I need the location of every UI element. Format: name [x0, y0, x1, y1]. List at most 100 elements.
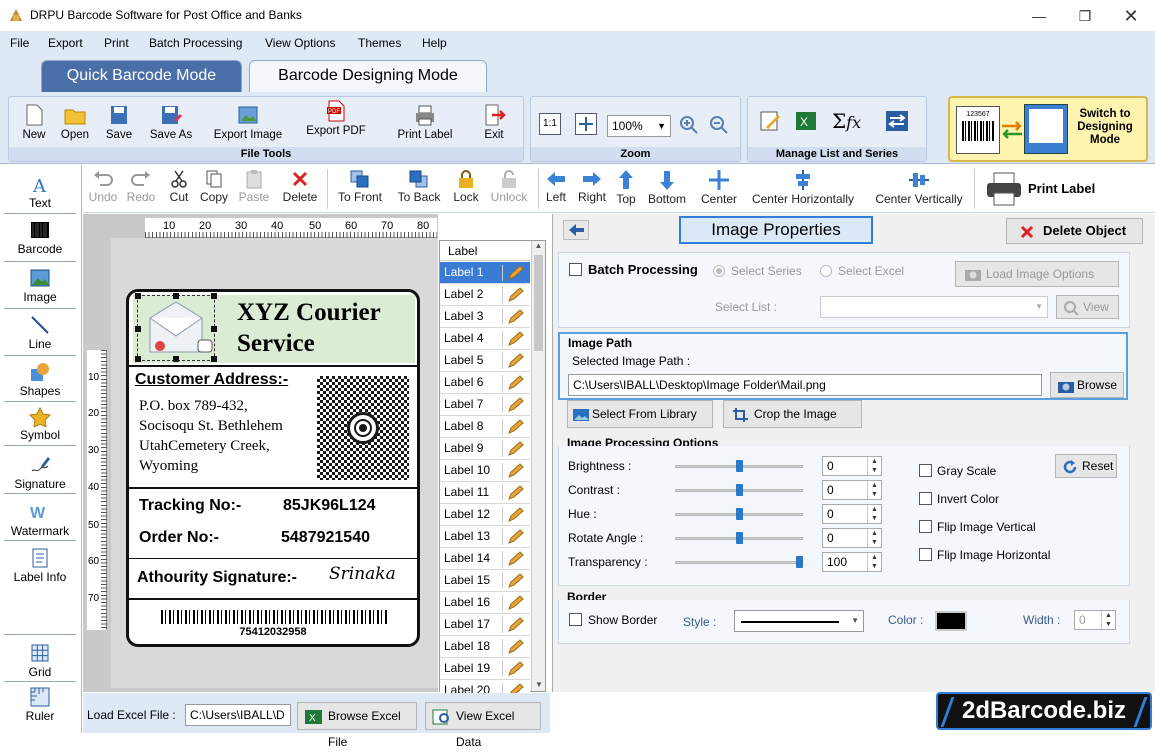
slider-value-spinner[interactable]: 100 ▲ ▼: [822, 552, 882, 572]
sidebar-item-watermark[interactable]: W Watermark: [0, 501, 80, 538]
undo-button[interactable]: Undo: [87, 169, 119, 204]
edit-pencil-icon[interactable]: [502, 419, 528, 435]
label-list-item[interactable]: Label 12: [440, 504, 530, 526]
sidebar-item-symbol[interactable]: Symbol: [0, 407, 80, 442]
menu-print[interactable]: Print: [104, 36, 129, 50]
edit-pencil-icon[interactable]: [502, 353, 528, 369]
slider-thumb[interactable]: [735, 508, 743, 520]
center-horizontally-button[interactable]: Center Horizontally: [747, 169, 859, 206]
new-button[interactable]: New: [17, 103, 51, 141]
browse-excel-button[interactable]: X Browse Excel File: [297, 702, 417, 749]
edit-pencil-icon[interactable]: [502, 287, 528, 303]
image-path-input[interactable]: C:\Users\IBALL\Desktop\Image Folder\Mail…: [568, 374, 1042, 396]
edit-pencil-icon[interactable]: [502, 397, 528, 413]
zoom-out-icon[interactable]: [709, 115, 729, 135]
formula-icon[interactable]: Σfx: [832, 109, 861, 133]
label-list-item[interactable]: Label 17: [440, 614, 530, 636]
edit-pencil-icon[interactable]: [502, 529, 528, 545]
menu-view-options[interactable]: View Options: [265, 36, 335, 50]
sidebar-item-signature[interactable]: Signature: [0, 454, 80, 491]
label-list-item[interactable]: Label 9: [440, 438, 530, 460]
spinner-arrows-icon[interactable]: ▲ ▼: [867, 457, 881, 475]
align-right-button[interactable]: Right: [575, 169, 609, 204]
copy-button[interactable]: Copy: [197, 169, 231, 204]
menu-file[interactable]: File: [10, 36, 29, 50]
spinner-arrows-icon[interactable]: ▲ ▼: [867, 481, 881, 499]
edit-pencil-icon[interactable]: [502, 507, 528, 523]
series-icon[interactable]: [884, 109, 910, 133]
align-left-button[interactable]: Left: [543, 169, 569, 204]
invert-color-checkbox[interactable]: [919, 492, 932, 505]
cut-button[interactable]: Cut: [165, 169, 193, 204]
label-list-item[interactable]: Label 6: [440, 372, 530, 394]
print-label-button[interactable]: Print Label: [983, 167, 1133, 211]
paste-button[interactable]: Paste: [237, 169, 271, 204]
slider-thumb[interactable]: [735, 460, 743, 472]
linear-barcode[interactable]: [161, 610, 387, 624]
resize-handle[interactable]: [173, 356, 179, 362]
spinner-arrows-icon[interactable]: ▲ ▼: [867, 553, 881, 571]
align-top-button[interactable]: Top: [613, 169, 639, 206]
label-list-item[interactable]: Label 14: [440, 548, 530, 570]
label-list-item[interactable]: Label 16: [440, 592, 530, 614]
border-style-dropdown[interactable]: ▼: [734, 610, 864, 632]
lock-button[interactable]: Lock: [451, 169, 481, 204]
edit-pencil-icon[interactable]: [502, 617, 528, 633]
slider-value-spinner[interactable]: 0 ▲ ▼: [822, 504, 882, 524]
select-list-dropdown[interactable]: ▼: [820, 296, 1048, 318]
spinner-arrows-icon[interactable]: ▲ ▼: [867, 505, 881, 523]
label-list-item[interactable]: Label 15: [440, 570, 530, 592]
edit-pencil-icon[interactable]: [502, 551, 528, 567]
to-back-button[interactable]: To Back: [395, 169, 443, 204]
label-list-item[interactable]: Label 3: [440, 306, 530, 328]
sidebar-item-ruler[interactable]: Ruler: [0, 686, 80, 723]
menu-help[interactable]: Help: [422, 36, 447, 50]
order-label[interactable]: Order No:-: [139, 529, 219, 547]
print-label-ribbon-button[interactable]: Print Label: [389, 103, 461, 141]
sidebar-item-image[interactable]: Image: [0, 267, 80, 304]
resize-handle[interactable]: [211, 326, 217, 332]
switch-designing-mode-button[interactable]: 123567 Switch to Designing Mode: [948, 96, 1148, 162]
border-width-spinner[interactable]: 0 ▲ ▼: [1074, 610, 1116, 630]
gray-scale-checkbox[interactable]: [919, 464, 932, 477]
signature-label[interactable]: Athourity Signature:-: [137, 569, 297, 587]
scroll-down-icon[interactable]: ▼: [532, 680, 546, 689]
back-button[interactable]: [563, 220, 589, 240]
sidebar-item-grid[interactable]: Grid: [0, 642, 80, 679]
label-list-item[interactable]: Label 2: [440, 284, 530, 306]
close-button[interactable]: ✕: [1108, 0, 1154, 32]
label-list-item[interactable]: Label 18: [440, 636, 530, 658]
open-button[interactable]: Open: [57, 103, 93, 141]
fit-to-window-icon[interactable]: [575, 113, 597, 135]
view-button[interactable]: View: [1056, 295, 1119, 319]
minimize-button[interactable]: —: [1016, 0, 1062, 32]
menu-export[interactable]: Export: [48, 36, 83, 50]
center-vertically-button[interactable]: Center Vertically: [869, 169, 969, 206]
edit-pencil-icon[interactable]: [502, 265, 528, 281]
edit-pencil-icon[interactable]: [502, 375, 528, 391]
flip-vertical-checkbox[interactable]: [919, 520, 932, 533]
edit-pencil-icon[interactable]: [502, 309, 528, 325]
label-list-item[interactable]: Label 4: [440, 328, 530, 350]
edit-pencil-icon[interactable]: [502, 661, 528, 677]
tracking-label[interactable]: Tracking No:-: [139, 497, 241, 515]
show-border-checkbox[interactable]: [569, 613, 582, 626]
scroll-thumb[interactable]: [534, 255, 543, 351]
delete-object-button[interactable]: Delete Object: [1006, 218, 1143, 244]
label-list-item[interactable]: Label 1: [440, 262, 530, 284]
edit-pencil-icon[interactable]: [502, 485, 528, 501]
slider-thumb[interactable]: [796, 556, 803, 568]
menu-batch-processing[interactable]: Batch Processing: [149, 36, 242, 50]
resize-handle[interactable]: [211, 356, 217, 362]
edit-list-icon[interactable]: [758, 109, 782, 133]
slider-value-spinner[interactable]: 0 ▲ ▼: [822, 480, 882, 500]
zoom-in-icon[interactable]: [679, 115, 699, 135]
sidebar-item-line[interactable]: Line: [0, 314, 80, 351]
slider-value-spinner[interactable]: 0 ▲ ▼: [822, 528, 882, 548]
reset-button[interactable]: Reset: [1055, 454, 1117, 478]
excel-path-input[interactable]: C:\Users\IBALL\D: [185, 704, 291, 726]
tab-quick-barcode-mode[interactable]: Quick Barcode Mode: [41, 60, 242, 92]
actual-size-icon[interactable]: 1:1: [539, 113, 561, 135]
slider-value-spinner[interactable]: 0 ▲ ▼: [822, 456, 882, 476]
crop-image-button[interactable]: Crop the Image: [723, 400, 862, 428]
